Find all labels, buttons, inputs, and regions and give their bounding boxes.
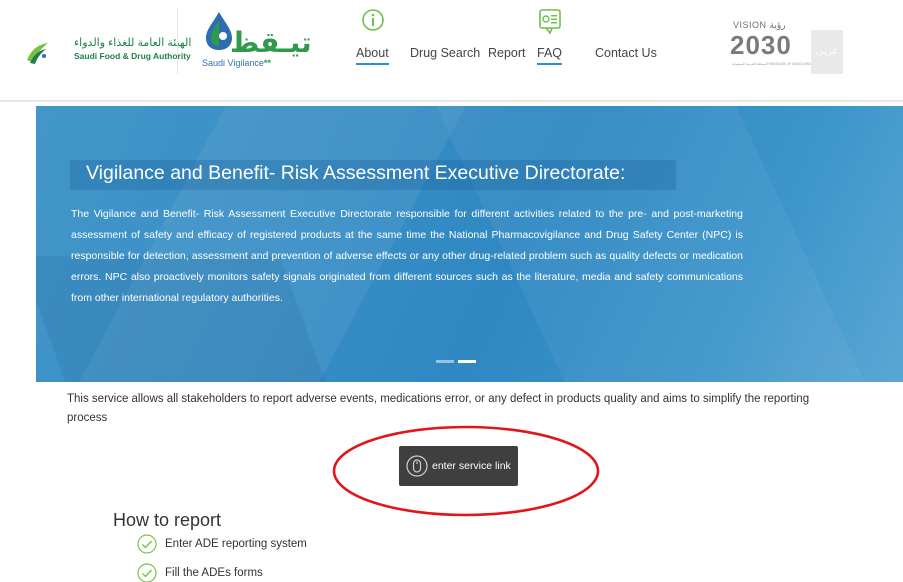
- hero-banner: Vigilance and Benefit- Risk Assessment E…: [36, 106, 903, 382]
- check-circle-icon: [137, 534, 157, 554]
- app-name-arabic: تيـقظ: [230, 27, 312, 58]
- slider-dot-active[interactable]: [458, 360, 476, 363]
- slider-dot[interactable]: [436, 360, 454, 363]
- step-label: Fill the ADEs forms: [165, 567, 263, 579]
- sfda-logo-mark-icon: [27, 43, 48, 64]
- vision-subtitle: المملكة العربية السعودية KINGDOM OF SAUD…: [732, 62, 817, 66]
- hero-description: The Vigilance and Benefit- Risk Assessme…: [71, 208, 743, 304]
- nav-drug-search[interactable]: Drug Search: [410, 46, 480, 60]
- step-item: Fill the ADEs forms: [137, 562, 263, 582]
- app-name-english-text: Saudi Vigilance: [202, 58, 264, 68]
- service-intro-text: This service allows all stakeholders to …: [67, 393, 810, 424]
- language-toggle-button[interactable]: عربي: [811, 30, 843, 74]
- faq-icon: [539, 9, 561, 35]
- check-circle-icon: [137, 563, 157, 582]
- nav-report[interactable]: Report: [488, 46, 526, 60]
- vision-year: 2030: [730, 30, 792, 60]
- enter-service-link-button[interactable]: enter service link: [399, 446, 518, 486]
- step-item: Enter ADE reporting system: [137, 533, 307, 555]
- logo-divider: [177, 8, 178, 74]
- nav-about[interactable]: About: [356, 46, 389, 65]
- nav-contact-us[interactable]: Contact Us: [595, 46, 657, 60]
- how-to-report-heading: How to report: [113, 510, 222, 530]
- sfda-logo[interactable]: الهيئة العامة للغذاء والدواء Saudi Food …: [24, 34, 191, 74]
- sfda-name-english: Saudi Food & Drug Authority: [74, 51, 191, 61]
- hero-title: Vigilance and Benefit- Risk Assessment E…: [86, 162, 626, 184]
- enter-service-link-label: enter service link: [432, 460, 511, 472]
- sfda-name-arabic: الهيئة العامة للغذاء والدواء: [74, 37, 192, 49]
- saudi-vigilance-logo[interactable]: تيـقظ Saudi Vigilance**: [194, 4, 314, 74]
- vision-2030-logo: VISION رؤية 2030 المملكة العربية السعودي…: [730, 18, 816, 74]
- mouse-icon: [406, 455, 428, 477]
- app-name-english: Saudi Vigilance**: [202, 58, 271, 68]
- info-icon: [362, 9, 384, 31]
- nav-faq[interactable]: FAQ: [537, 46, 563, 65]
- step-label: Enter ADE reporting system: [165, 538, 307, 550]
- site-header: الهيئة العامة للغذاء والدواء Saudi Food …: [0, 0, 903, 102]
